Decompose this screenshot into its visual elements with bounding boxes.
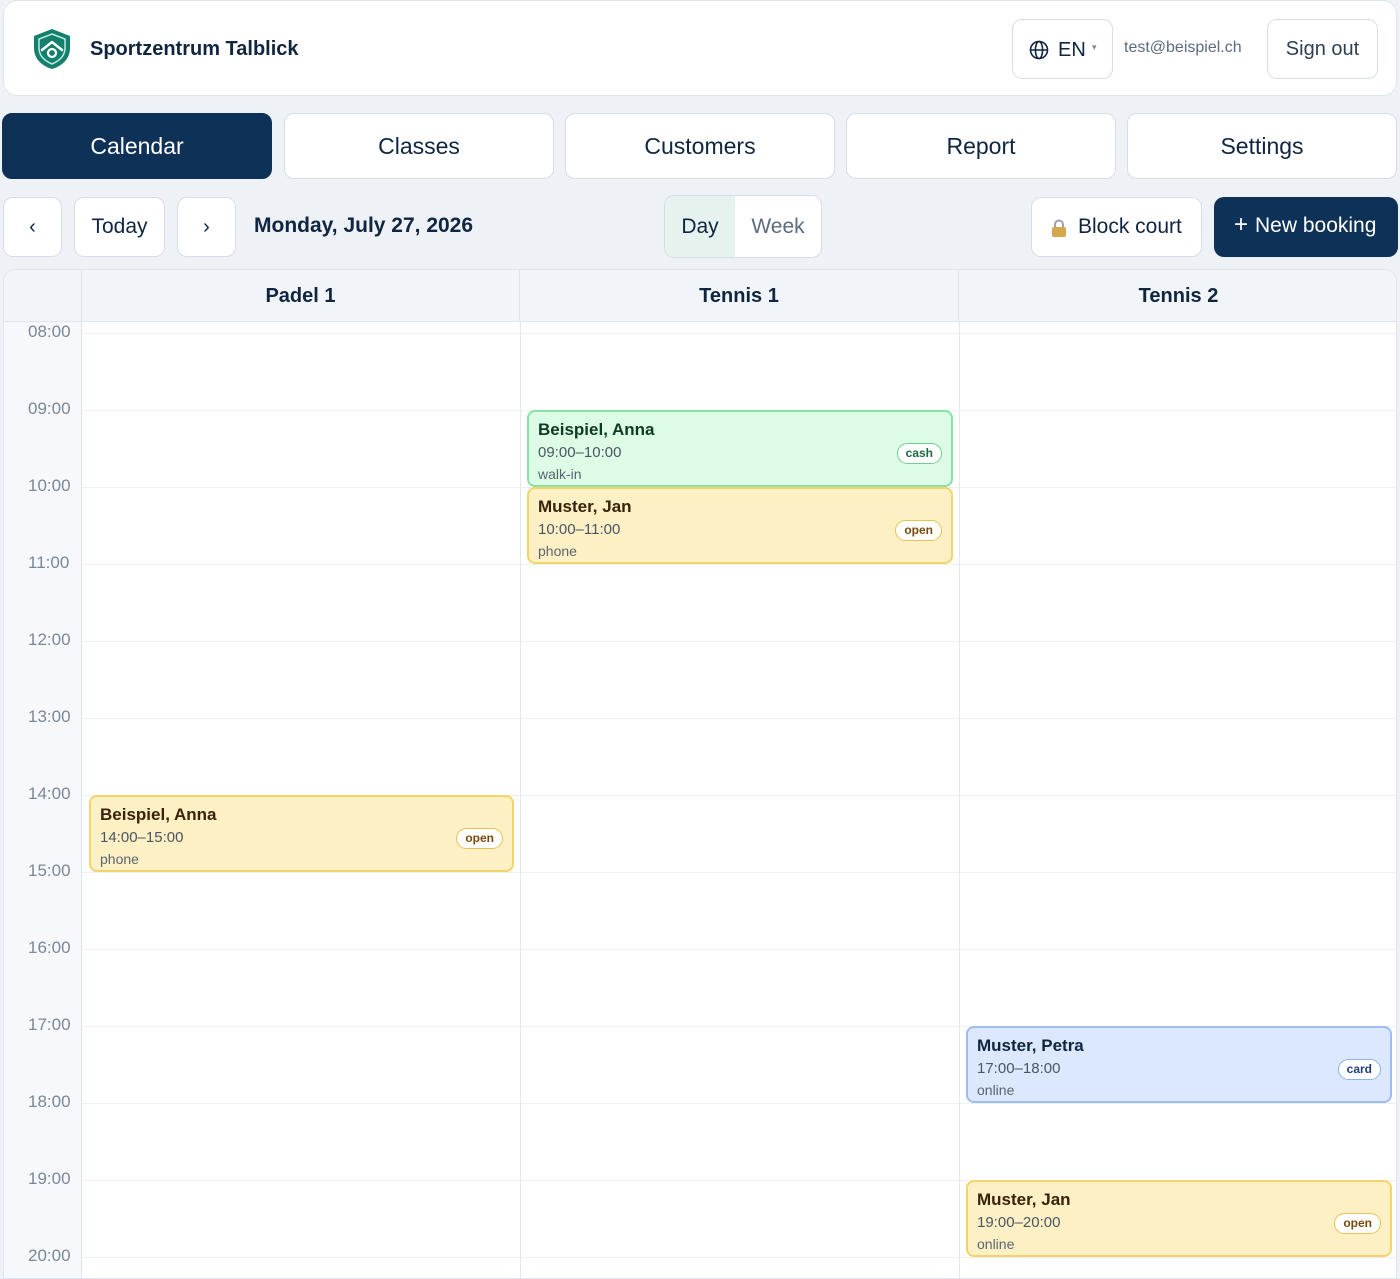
time-label: 08:00 [28,322,71,341]
hour-gridline [82,333,1396,334]
booking-card[interactable]: Beispiel, Anna 09:00–10:00 walk-in cash [527,410,953,487]
time-label: 20:00 [28,1246,71,1265]
booking-time: 17:00–18:00 [977,1060,1061,1077]
booking-customer-name: Beispiel, Anna [538,420,655,439]
time-label: 16:00 [28,938,71,957]
block-court-label: Block court [1078,215,1182,238]
booking-customer-name: Muster, Jan [538,497,632,516]
time-label: 19:00 [28,1169,71,1188]
view-toggle: Day Week [664,195,822,258]
time-label: 15:00 [28,861,71,880]
booking-source: online [977,1082,1015,1098]
booking-card[interactable]: Muster, Jan 19:00–20:00 online open [966,1180,1392,1257]
court-header-tennis-1: Tennis 1 [520,270,959,322]
hour-gridline [82,949,1396,950]
column-divider [520,322,521,1278]
time-label: 11:00 [28,553,70,572]
today-button[interactable]: Today [74,197,165,257]
payment-status-badge: open [1334,1213,1381,1234]
view-week-button[interactable]: Week [735,196,821,257]
time-label: 14:00 [28,784,71,803]
lock-icon [1052,219,1066,237]
new-booking-label: New booking [1255,214,1377,237]
current-date: Monday, July 27, 2026 [254,214,474,237]
booking-customer-name: Muster, Petra [977,1036,1084,1055]
booking-source: online [977,1236,1015,1252]
new-booking-button[interactable]: + New booking [1214,197,1398,257]
tab-customers[interactable]: Customers [565,113,835,179]
hour-gridline [82,872,1396,873]
payment-status-badge: cash [896,443,942,464]
booking-time: 09:00–10:00 [538,444,622,461]
booking-source: phone [538,543,577,559]
next-day-button[interactable]: › [177,197,236,257]
tab-calendar[interactable]: Calendar [2,113,272,179]
hour-gridline [82,641,1396,642]
court-header-row: Padel 1 Tennis 1 Tennis 2 [4,270,1396,322]
brand-name: Sportzentrum Talblick [90,38,299,60]
court-header-padel-1: Padel 1 [82,270,520,322]
chevron-down-icon: ▾ [1092,42,1097,52]
app-header: Sportzentrum Talblick EN ▾ test@beispiel… [3,0,1397,96]
booking-card[interactable]: Beispiel, Anna 14:00–15:00 phone open [89,795,514,872]
payment-status-badge: open [456,828,503,849]
language-label: EN [1058,39,1086,61]
day-calendar-grid: Padel 1 Tennis 1 Tennis 2 08:00 09:00 10… [3,269,1397,1279]
tab-report[interactable]: Report [846,113,1116,179]
payment-status-badge: open [895,520,942,541]
tab-classes[interactable]: Classes [284,113,554,179]
shield-logo-icon [34,29,70,69]
block-court-button[interactable]: Block court [1031,197,1202,257]
prev-day-button[interactable]: ‹ [3,197,62,257]
payment-status-badge: card [1337,1059,1381,1080]
time-label: 13:00 [28,707,71,726]
time-corner [4,270,82,322]
booking-time: 10:00–11:00 [538,521,621,538]
column-divider [959,322,960,1278]
user-email: test@beispiel.ch [1124,39,1242,56]
tab-settings[interactable]: Settings [1127,113,1397,179]
booking-customer-name: Muster, Jan [977,1190,1071,1209]
booking-card[interactable]: Muster, Petra 17:00–18:00 online card [966,1026,1392,1103]
time-label: 17:00 [28,1015,71,1034]
hour-gridline [82,1103,1396,1104]
time-label: 09:00 [28,399,71,418]
language-selector[interactable]: EN ▾ [1012,19,1113,79]
hour-gridline [82,1257,1396,1258]
time-label: 10:00 [28,476,71,495]
court-header-tennis-2: Tennis 2 [1138,285,1219,307]
booking-card[interactable]: Muster, Jan 10:00–11:00 phone open [527,487,953,564]
hour-gridline [82,564,1396,565]
globe-icon [1029,40,1049,60]
booking-time: 14:00–15:00 [100,829,184,846]
booking-time: 19:00–20:00 [977,1214,1061,1231]
booking-source: phone [100,851,139,867]
hour-gridline [82,718,1396,719]
booking-customer-name: Beispiel, Anna [100,805,217,824]
sign-out-button[interactable]: Sign out [1267,19,1378,79]
plus-icon: + [1234,211,1249,238]
view-day-button[interactable]: Day [665,196,735,257]
booking-source: walk-in [538,466,582,482]
time-label: 18:00 [28,1092,71,1111]
time-label: 12:00 [28,630,71,649]
